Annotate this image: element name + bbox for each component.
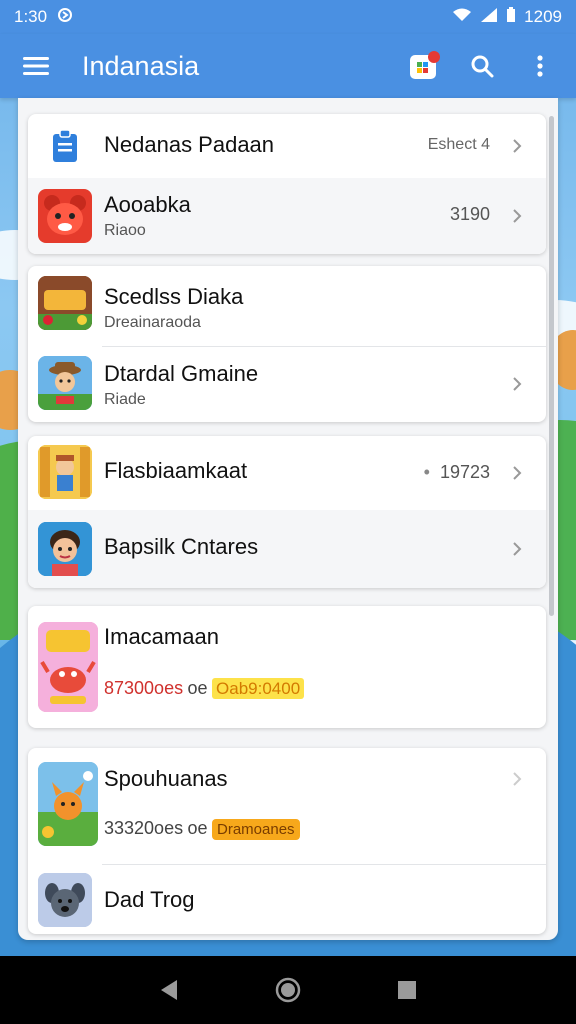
- item-title: Aooabka: [104, 192, 191, 217]
- item-title: Scedlss Diaka: [104, 284, 244, 309]
- page-title: Indanasia: [82, 50, 200, 81]
- red-bear-app-icon: [38, 189, 92, 243]
- price-value: 87300oes: [104, 678, 184, 698]
- home-circle-icon: [275, 977, 301, 1003]
- item-title: Nedanas Padaan: [104, 132, 275, 157]
- adventure-game-icon: [38, 445, 92, 499]
- cowboy-game-icon: [38, 356, 92, 410]
- overflow-menu-button[interactable]: [522, 48, 558, 84]
- clipboard-icon: [38, 119, 92, 173]
- item-title: Imacamaan: [104, 624, 219, 649]
- recents-button[interactable]: [387, 970, 427, 1010]
- signal-icon: [480, 7, 498, 28]
- list-item[interactable]: Spouhuanas 33320oes oe Dramoanes: [28, 748, 546, 864]
- list-group: Imacamaan 87300oes oe Oab9:0400: [28, 606, 546, 728]
- battery-icon: [506, 6, 516, 28]
- price-row: 33320oes oe Dramoanes: [104, 818, 300, 840]
- hamburger-icon: [23, 57, 49, 75]
- status-bar: 1:30 1209: [0, 0, 576, 34]
- list-item[interactable]: Nedanas Padaan Eshect 4: [28, 114, 546, 178]
- list-group: Nedanas Padaan Eshect 4 Aooabka Riaoo 31…: [28, 114, 546, 254]
- app-bar: Indanasia: [0, 34, 576, 98]
- item-meta: 3190: [449, 204, 490, 224]
- item-title: Dtardal Gmaine: [104, 361, 259, 386]
- item-meta: Eshect 4: [427, 136, 490, 153]
- list-group: Spouhuanas 33320oes oe Dramoanes Dad Tro…: [28, 748, 546, 934]
- dog-avatar-icon: [38, 873, 92, 927]
- list-item[interactable]: Flasbiaamkaat • 19723: [28, 436, 546, 510]
- menu-button[interactable]: [18, 48, 54, 84]
- back-button[interactable]: [149, 970, 189, 1010]
- recents-square-icon: [397, 981, 416, 999]
- list-item[interactable]: Dtardal Gmaine Riade: [28, 347, 546, 422]
- list-item[interactable]: Aooabka Riaoo 3190: [28, 178, 546, 254]
- main-panel: Nedanas Padaan Eshect 4 Aooabka Riaoo 31…: [18, 98, 558, 940]
- chevron-right-icon: [513, 466, 522, 480]
- list-group: Scedlss Diaka Dreainaraoda Dtardal Gmain…: [28, 266, 546, 422]
- list-item[interactable]: Bapsilk Cntares: [28, 510, 546, 588]
- scrollbar[interactable]: [549, 116, 554, 616]
- item-subtitle: Riaoo: [104, 222, 146, 239]
- price-separator: oe: [187, 678, 208, 698]
- item-meta: • 19723: [424, 462, 490, 483]
- chevron-right-icon: [513, 209, 522, 223]
- system-nav-bar: [0, 956, 576, 1024]
- item-title: Flasbiaamkaat: [104, 458, 248, 483]
- sync-icon: [57, 7, 73, 28]
- chevron-right-icon: [513, 139, 522, 153]
- search-icon: [471, 55, 494, 78]
- item-title: Dad Trog: [104, 887, 195, 912]
- search-button[interactable]: [464, 48, 500, 84]
- chevron-right-icon: [513, 377, 522, 391]
- item-title: Bapsilk Cntares: [104, 534, 259, 559]
- list-group: Flasbiaamkaat • 19723 Bapsilk Cntares: [28, 436, 546, 588]
- list-item[interactable]: Scedlss Diaka Dreainaraoda: [28, 266, 546, 346]
- item-title: Spouhuanas: [104, 766, 228, 791]
- home-button[interactable]: [268, 970, 308, 1010]
- crab-game-icon: [38, 622, 98, 712]
- list-item[interactable]: Dad Trog: [28, 865, 546, 934]
- more-vertical-icon: [537, 55, 543, 77]
- price-tag: Dramoanes: [212, 819, 300, 840]
- chevron-right-icon: [513, 772, 522, 786]
- meta-value: 19723: [439, 462, 490, 482]
- character-avatar-icon: [38, 522, 92, 576]
- list-item[interactable]: Imacamaan 87300oes oe Oab9:0400: [28, 606, 546, 728]
- item-subtitle: Riade: [104, 391, 146, 408]
- price-separator: oe: [187, 818, 208, 838]
- status-time: 1:30: [14, 7, 48, 26]
- price-value: 33320oes: [104, 818, 184, 838]
- meta-bullet: •: [423, 462, 430, 482]
- chevron-right-icon: [513, 542, 522, 556]
- wifi-icon: [452, 7, 472, 28]
- price-tag: Oab9:0400: [212, 678, 305, 699]
- back-triangle-icon: [161, 980, 178, 1000]
- price-row: 87300oes oe Oab9:0400: [104, 678, 305, 699]
- notifications-button[interactable]: [406, 48, 442, 84]
- item-subtitle: Dreainaraoda: [104, 314, 201, 331]
- apps-notification-icon: [410, 51, 440, 79]
- game-app-icon: [38, 276, 92, 330]
- battery-text: 1209: [524, 7, 562, 26]
- fox-game-icon: [38, 762, 98, 846]
